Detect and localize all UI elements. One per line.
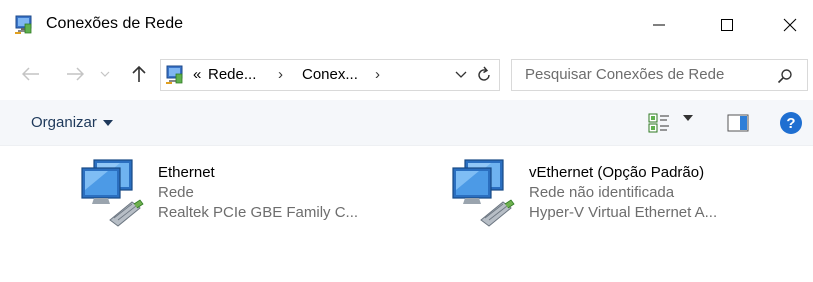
organize-label: Organizar <box>31 114 97 131</box>
network-connections-icon <box>166 65 183 84</box>
minimize-icon <box>653 24 665 26</box>
maximize-icon <box>721 19 733 31</box>
recent-locations-button[interactable] <box>97 63 113 85</box>
network-connections-icon <box>15 15 32 34</box>
network-adapter-icon <box>81 159 144 227</box>
chevron-down-icon <box>100 71 110 77</box>
up-button[interactable] <box>128 63 150 85</box>
help-icon[interactable]: ? <box>780 112 802 134</box>
connection-adapter: Realtek PCIe GBE Family C... <box>158 204 359 221</box>
forward-button[interactable] <box>64 63 86 85</box>
connection-network: Rede não identificada <box>529 184 675 201</box>
connection-network: Rede <box>158 184 194 201</box>
minimize-button[interactable] <box>636 0 682 50</box>
breadcrumb-rede[interactable]: Rede... <box>208 66 256 83</box>
preview-pane-icon[interactable] <box>727 114 749 132</box>
back-button[interactable] <box>20 63 42 85</box>
arrow-left-icon <box>22 67 39 81</box>
breadcrumb-separator[interactable]: › <box>278 66 283 83</box>
arrow-up-icon <box>132 65 146 82</box>
change-view-icon[interactable] <box>648 112 670 134</box>
breadcrumb-separator[interactable]: › <box>375 66 380 83</box>
search-icon[interactable] <box>777 68 793 84</box>
window-title: Conexões de Rede <box>46 15 183 32</box>
navigation-bar: « Rede... › Conex... › Pesquisar Conexõe… <box>0 57 813 91</box>
maximize-button[interactable] <box>704 0 750 50</box>
organize-button[interactable]: Organizar <box>31 114 113 131</box>
address-bar[interactable]: « Rede... › Conex... › <box>160 59 500 91</box>
arrow-right-icon <box>67 67 84 81</box>
close-button[interactable] <box>767 0 813 50</box>
command-bar: Organizar ? <box>0 100 813 146</box>
chevron-down-icon[interactable] <box>454 68 468 82</box>
connection-item-vethernet[interactable]: vEthernet (Opção Padrão) Rede não identi… <box>451 158 801 238</box>
refresh-icon[interactable] <box>475 66 493 84</box>
connection-name: Ethernet <box>158 164 215 181</box>
breadcrumb-conexoes[interactable]: Conex... <box>302 66 358 83</box>
caret-down-icon <box>102 119 113 126</box>
close-icon <box>783 18 797 32</box>
connection-adapter: Hyper-V Virtual Ethernet A... <box>529 204 718 221</box>
search-input[interactable]: Pesquisar Conexões de Rede <box>525 66 724 83</box>
breadcrumb-overflow[interactable]: « <box>193 66 201 83</box>
search-box[interactable]: Pesquisar Conexões de Rede <box>511 59 808 91</box>
title-bar: Conexões de Rede <box>0 0 813 50</box>
connection-name: vEthernet (Opção Padrão) <box>529 164 705 181</box>
connection-item-ethernet[interactable]: Ethernet Rede Realtek PCIe GBE Family C.… <box>80 158 420 238</box>
view-options-caret-icon[interactable] <box>683 115 693 121</box>
network-adapter-icon <box>452 159 515 227</box>
